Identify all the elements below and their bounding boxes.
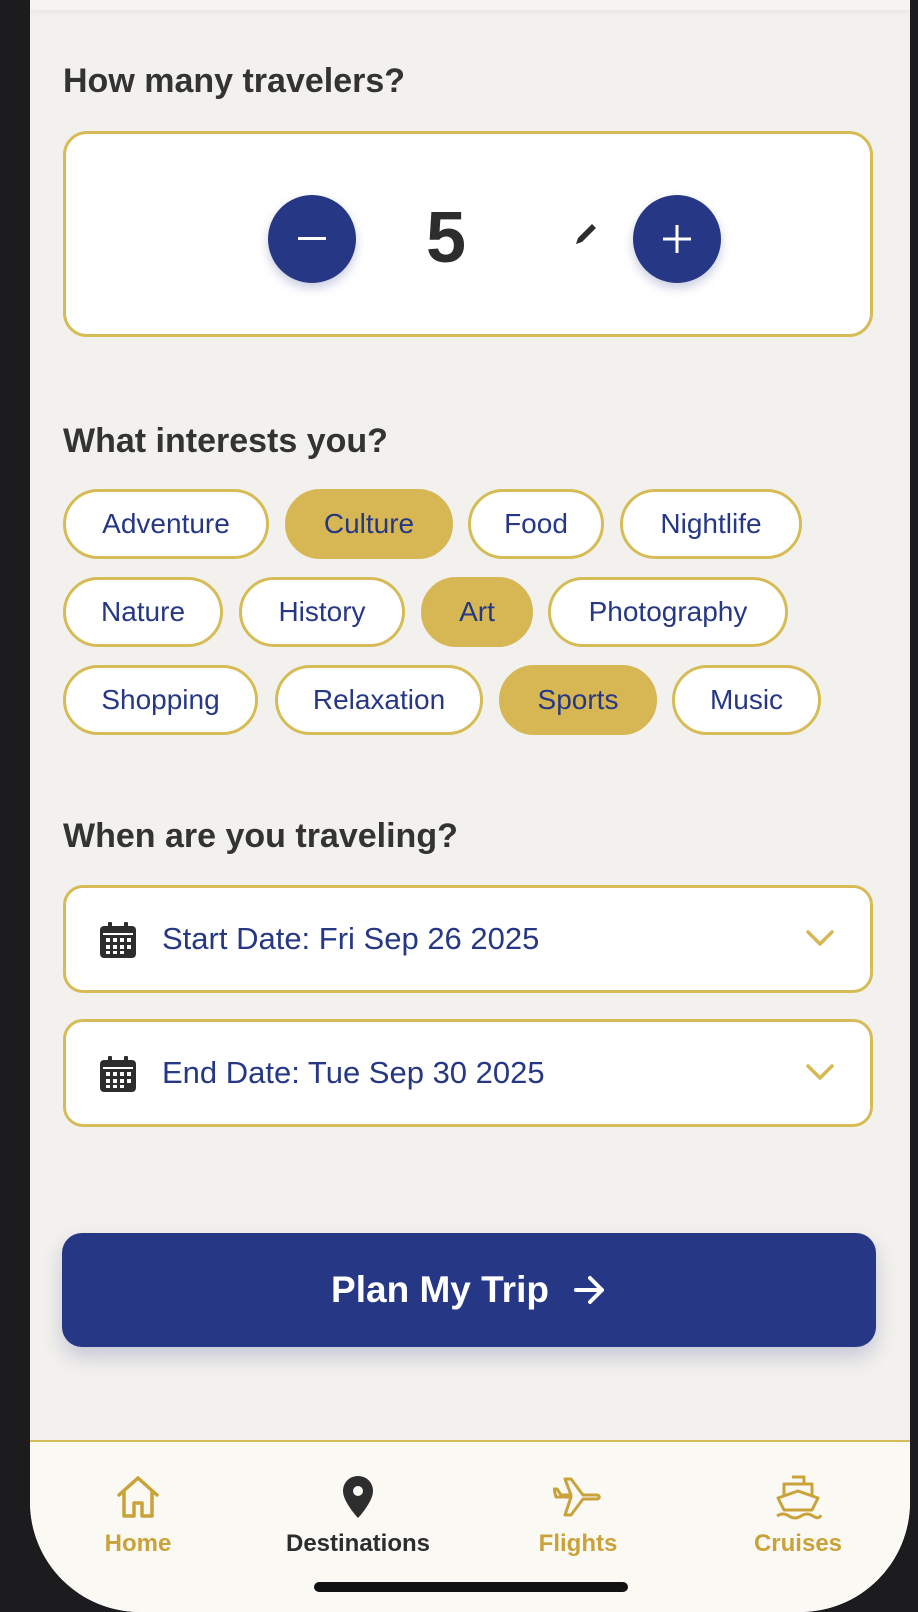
arrow-right-icon [573,1275,607,1305]
plan-my-trip-button[interactable]: Plan My Trip [62,1233,876,1347]
chevron-down-icon [806,930,834,946]
chip-history[interactable]: History [239,577,405,647]
increment-button[interactable] [633,195,721,283]
airplane-icon [553,1477,601,1517]
previous-card-edge [30,0,910,10]
tab-home[interactable]: Home [48,1472,228,1558]
chip-food[interactable]: Food [468,489,604,559]
chip-relaxation[interactable]: Relaxation [275,665,483,735]
tab-home-label: Home [104,1530,172,1557]
minus-icon [298,237,326,240]
tab-cruises[interactable]: Cruises [708,1472,888,1558]
plus-icon [663,225,691,253]
decrement-button[interactable] [268,195,356,283]
chip-nightlife[interactable]: Nightlife [620,489,802,559]
tab-flights-label: Flights [538,1530,618,1557]
chip-nature[interactable]: Nature [63,577,223,647]
chip-sports[interactable]: Sports [499,665,657,735]
home-icon [117,1476,159,1518]
map-pin-icon [343,1476,373,1518]
app-screen: How many travelers? 5 What interests you… [30,0,910,1612]
home-indicator [314,1582,628,1592]
chip-music[interactable]: Music [672,665,821,735]
pencil-icon[interactable] [574,222,598,246]
chip-culture[interactable]: Culture [285,489,453,559]
chip-photography[interactable]: Photography [548,577,788,647]
tab-flights[interactable]: Flights [488,1472,668,1558]
dates-heading: When are you traveling? [63,817,458,855]
end-date-label: End Date: Tue Sep 30 2025 [162,1055,545,1090]
chip-art[interactable]: Art [421,577,533,647]
chip-shopping[interactable]: Shopping [63,665,258,735]
travelers-heading: How many travelers? [63,62,406,100]
calendar-icon [100,1056,136,1092]
chevron-down-icon [806,1064,834,1080]
tab-destinations-label: Destinations [285,1530,431,1557]
chip-adventure[interactable]: Adventure [63,489,269,559]
tab-cruises-label: Cruises [753,1530,843,1557]
traveler-count: 5 [425,198,467,278]
tab-destinations[interactable]: Destinations [268,1472,448,1558]
start-date-label: Start Date: Fri Sep 26 2025 [162,921,540,956]
ship-icon [776,1475,822,1520]
travelers-stepper: 5 [63,131,873,337]
calendar-icon [100,922,136,958]
interests-heading: What interests you? [63,422,388,460]
end-date-picker[interactable]: End Date: Tue Sep 30 2025 [63,1019,873,1127]
start-date-picker[interactable]: Start Date: Fri Sep 26 2025 [63,885,873,993]
plan-my-trip-label: Plan My Trip [331,1269,549,1310]
